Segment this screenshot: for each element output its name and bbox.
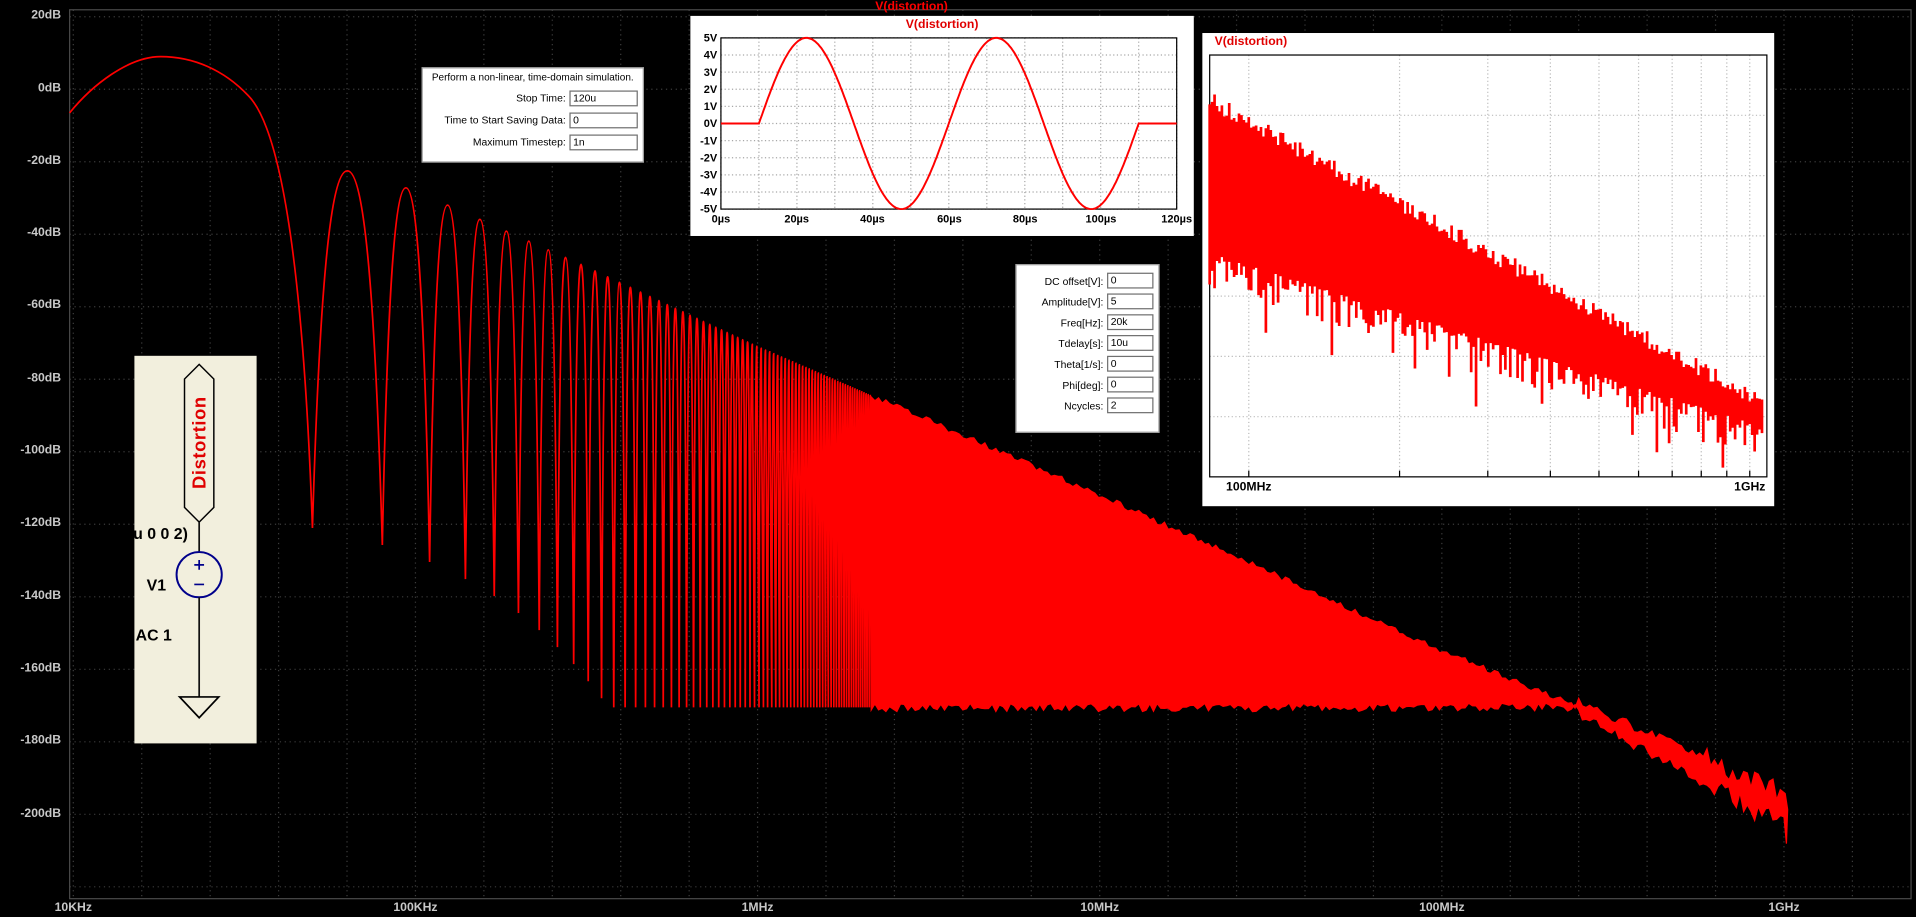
schematic-view[interactable]: Distortion u 0 0 2) V1 AC 1 xyxy=(133,355,257,744)
sine-source-params-panel: DC offset[V]: 0 Amplitude[V]: 5 Freq[Hz]: 20k… xyxy=(1015,264,1160,433)
param-field-label: Phi[deg]: xyxy=(1062,378,1104,391)
param-field-label: Tdelay[s]: xyxy=(1058,336,1104,350)
net-label-distortion[interactable]: Distortion xyxy=(189,374,210,511)
transient-settings-title: Perform a non-linear, time-domain simula… xyxy=(431,72,634,84)
param-field-row: Amplitude[V]: 5 xyxy=(1017,291,1159,312)
main-trace-title[interactable]: V(distortion) xyxy=(789,0,1033,13)
param-field-input[interactable]: 2 xyxy=(1107,397,1154,414)
param-field-input[interactable]: 20k xyxy=(1107,314,1154,331)
param-field-label: Ncycles: xyxy=(1064,399,1104,412)
param-field-row: Freq[Hz]: 20k xyxy=(1017,312,1159,333)
sim-field-row: Time to Start Saving Data: 0 xyxy=(423,109,643,131)
fft-zoom-plot-area[interactable] xyxy=(1202,33,1774,506)
sim-field-label: Time to Start Saving Data: xyxy=(444,113,566,126)
sim-field-label: Maximum Timestep: xyxy=(472,135,566,148)
ltspice-window: V(distortion) 20dB 0dB -20dB -40dB -60dB -80d… xyxy=(0,0,1916,917)
fft-zoom-inset[interactable]: V(distortion) 100MHz 1GHz xyxy=(1202,33,1775,507)
time-plot-area[interactable] xyxy=(690,16,1193,236)
sim-field-row: Maximum Timestep: 1n xyxy=(423,131,643,153)
source-polarity-marks xyxy=(194,559,205,586)
sim-field-input[interactable]: 1n xyxy=(569,133,638,150)
param-field-input[interactable]: 0 xyxy=(1107,355,1154,372)
param-field-input[interactable]: 5 xyxy=(1107,293,1154,310)
sine-source-params-rows: DC offset[V]: 0 Amplitude[V]: 5 Freq[Hz]: 20k… xyxy=(1017,270,1159,416)
param-field-row: DC offset[V]: 0 xyxy=(1017,270,1159,291)
param-field-row: Ncycles: 2 xyxy=(1017,395,1159,416)
component-value[interactable]: AC 1 xyxy=(136,626,172,644)
transient-settings-panel: Perform a non-linear, time-domain simula… xyxy=(421,67,644,163)
fft-zoom-ticks xyxy=(1248,470,1751,477)
transient-settings-rows: Stop Time: 120u Time to Start Saving Data:… xyxy=(423,87,643,153)
component-designator[interactable]: V1 xyxy=(147,576,166,594)
param-field-input[interactable]: 0 xyxy=(1107,272,1154,289)
time-domain-inset[interactable]: V(distortion) 5V 4V 3V 2V 1V 0V -1V -2V -3V -4V -5… xyxy=(690,15,1194,236)
param-field-label: Theta[1/s]: xyxy=(1054,357,1104,370)
param-field-label: Amplitude[V]: xyxy=(1041,295,1104,308)
sim-field-label: Stop Time: xyxy=(516,91,566,104)
fft-zoom-trace xyxy=(1208,94,1764,468)
spice-directive-text: u 0 0 2) xyxy=(133,524,188,543)
sim-field-input[interactable]: 120u xyxy=(569,89,638,106)
param-field-label: DC offset[V]: xyxy=(1044,274,1104,287)
ground-symbol[interactable] xyxy=(177,696,221,719)
sim-field-input[interactable]: 0 xyxy=(569,111,638,128)
voltage-source-circle[interactable] xyxy=(175,551,223,599)
sim-field-row: Stop Time: 120u xyxy=(423,87,643,109)
param-field-input[interactable]: 0 xyxy=(1107,376,1154,393)
param-field-label: Freq[Hz]: xyxy=(1060,316,1104,329)
param-field-input[interactable]: 10u xyxy=(1107,335,1154,351)
param-field-row: Theta[1/s]: 0 xyxy=(1017,353,1159,374)
param-field-row: Phi[deg]: 0 xyxy=(1017,374,1159,395)
param-field-row: Tdelay[s]: 10u xyxy=(1017,333,1159,354)
